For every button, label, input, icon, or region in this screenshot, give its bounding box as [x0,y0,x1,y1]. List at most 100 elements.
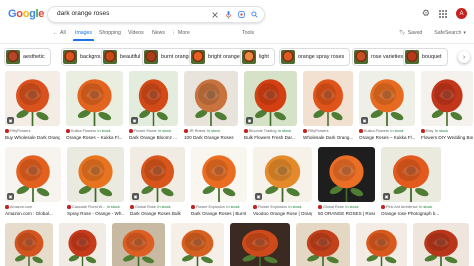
chip-label: aesthetic [23,54,45,60]
result-title[interactable]: Spray Rose - Orange - Wh... [67,211,124,216]
chip-aesthetic[interactable]: aesthetic [4,48,51,66]
result-title[interactable]: Orange Roses – Kukka Fl... [359,135,415,140]
tab-images[interactable]: Images [72,30,95,41]
search-icon[interactable] [250,10,258,19]
result-title[interactable]: Orange rose Photograph b... [381,211,441,216]
favicon-icon [66,129,70,133]
result-thumbnail[interactable] [59,223,106,266]
stock-status: In stock [434,129,448,133]
google-logo[interactable]: Google [8,8,44,20]
stock-status: In stock [206,129,221,133]
tab-all[interactable]: ← All [53,30,66,36]
result-thumbnail[interactable] [421,71,473,126]
product-tag-icon: ▣ [7,193,14,200]
chip-orange-spray-roses[interactable]: orange spray roses [279,48,351,66]
result-thumbnail[interactable]: ▣ [130,147,185,202]
product-tag-icon: ▣ [383,193,390,200]
result-thumbnail[interactable] [318,147,375,202]
result-thumbnail[interactable] [112,223,165,266]
result-thumbnail[interactable]: ▣ [5,71,60,126]
tab-news[interactable]: News [152,30,165,36]
safesearch-button[interactable]: SafeSearch ▾ [434,30,466,36]
result-source[interactable]: FiftyFlowers [5,129,60,133]
result-title[interactable]: 50 ORANGE ROSES | Rosen... [318,211,375,216]
result-thumbnail[interactable]: ▣ [244,71,297,126]
stock-status: In stock [390,129,404,133]
result-source[interactable]: Flower Moxie In stock [129,129,178,133]
product-tag-icon: ▣ [132,193,139,200]
result-thumbnail[interactable]: ▣ [359,71,415,126]
result-thumbnail[interactable] [191,147,247,202]
tab-shopping[interactable]: Shopping [99,30,121,36]
result-source[interactable]: Cascade Floral W... In stock [67,205,124,209]
result-thumbnail[interactable]: ▣ [253,147,312,202]
favicon-icon [244,129,248,133]
settings-gear-icon[interactable]: ⚙ [422,9,430,18]
result-title[interactable]: Dark Orange Roses | Burnt Orange ... [191,211,247,216]
favicon-icon [130,205,134,209]
result-thumbnail[interactable]: ▣ [381,147,441,202]
result-thumbnail[interactable] [413,223,469,266]
stock-status: In stock [157,205,171,209]
result-source[interactable]: Flower Explosion In stock [253,205,312,209]
result-thumbnail[interactable] [67,147,124,202]
apps-grid-icon[interactable] [439,9,447,18]
tab-more[interactable]: ⋮ More [171,30,190,36]
microphone-icon[interactable] [224,10,232,19]
result-title[interactable]: Voodoo Orange Rose | Orang... [253,211,312,216]
result-source[interactable]: JR Roses In stock [184,129,238,133]
result-source[interactable]: Global Rose In stock [318,205,375,209]
result-source[interactable]: FiftyFlowers [303,129,353,133]
result-thumbnail[interactable] [230,223,290,266]
result-thumbnail[interactable] [5,223,53,266]
result-title[interactable]: Wholesale Dark Orang... [303,135,353,140]
clear-icon[interactable] [211,10,219,19]
result-source[interactable]: Flower Explosion In stock [191,205,247,209]
chip-light[interactable]: light [240,48,275,66]
result-title[interactable]: Dark Orange Roses Bulk [130,211,185,216]
result-thumbnail[interactable]: ▣ [129,71,178,126]
avatar[interactable]: A [456,8,467,19]
result-source[interactable]: Kukka Flowers In stock [359,129,415,133]
result-source[interactable]: Kukka Flowers In stock [66,129,123,133]
result-thumbnail[interactable] [356,223,407,266]
result-thumbnail[interactable] [171,223,224,266]
chip-bouquet[interactable]: bouquet [403,48,448,66]
search-input[interactable]: dark orange roses [57,10,109,17]
result-title[interactable]: Buy Wholesale Dark Orange Ro... [5,135,60,140]
result-thumbnail[interactable]: ▣ [5,147,61,202]
result-title[interactable]: Flowers DIY Wedding Bou... [421,135,473,140]
result-source[interactable]: Bloomie Trading In stock [244,129,297,133]
favicon-icon [318,205,322,209]
tab-videos[interactable]: Videos [128,30,144,36]
result-thumbnail[interactable] [296,223,350,266]
result-source[interactable]: Etsy In stock [421,129,473,133]
result-title[interactable]: Orange Roses – Kukka Fl... [66,135,123,140]
chevron-right-icon[interactable]: › [458,51,470,63]
result-title[interactable]: 100 Dark Orange Roses [184,135,238,140]
result-title[interactable]: Bulk Flowers Fresh Dar... [244,135,297,140]
result-thumbnail[interactable] [303,71,353,126]
result-title[interactable]: Dark Orange Bloomz ... [129,135,178,140]
chip-beautiful[interactable]: beautiful [101,48,147,66]
source-name: Kukka Flowers [71,129,96,133]
search-tabs: ← All Images Shopping Videos News ⋮ More T… [0,26,474,44]
result-title[interactable]: Amazon.com : Global... [5,211,61,216]
chip-label: rose varieties [371,54,404,60]
result-source[interactable]: Amazon.com [5,205,61,209]
lens-icon[interactable] [237,10,245,19]
chip-bright-orange[interactable]: bright orange [189,48,246,66]
result-source[interactable]: Pink Ant Ambience In stock [381,205,441,209]
search-box[interactable]: dark orange roses [47,6,265,23]
result-thumbnail[interactable] [184,71,238,126]
chip-thumbnail [191,50,205,64]
chip-rose-varieties[interactable]: rose varieties [352,48,410,66]
saved-button[interactable]: 🔖︎ Saved [399,30,422,36]
tools-button[interactable]: Tools [242,30,254,36]
result-source[interactable]: Global Rose In stock [130,205,185,209]
product-tag-icon: ▣ [246,117,253,124]
product-tag-icon: ▣ [255,193,262,200]
result-thumbnail[interactable] [66,71,123,126]
stock-status: In stock [97,129,111,133]
bookmark-icon: 🔖︎ [398,30,406,36]
